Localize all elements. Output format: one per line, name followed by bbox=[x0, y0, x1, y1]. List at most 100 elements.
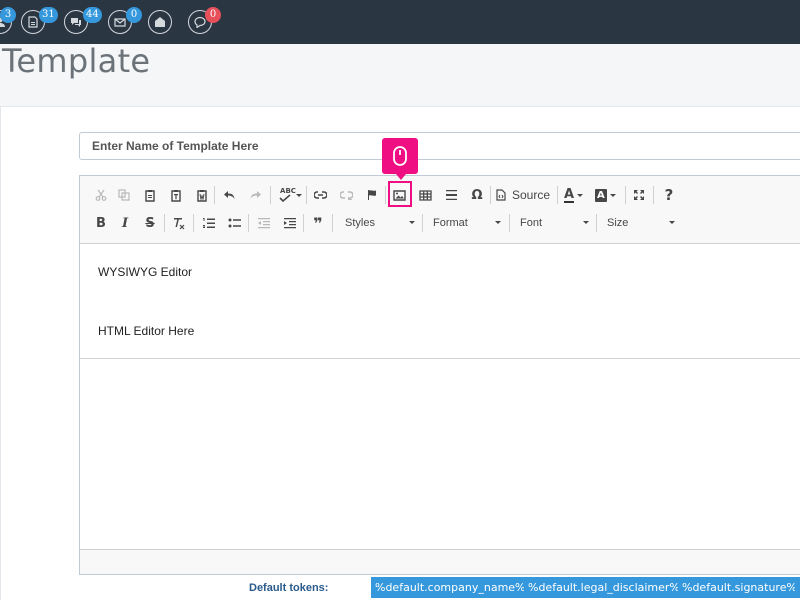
toolbar-separator bbox=[653, 186, 654, 204]
unlink-button[interactable] bbox=[337, 184, 355, 206]
token-button[interactable] bbox=[795, 577, 800, 598]
bold-button[interactable]: B bbox=[92, 212, 110, 234]
redo-button[interactable] bbox=[246, 184, 264, 206]
font-dropdown[interactable]: Font bbox=[520, 212, 589, 234]
toolbar-separator bbox=[509, 214, 510, 232]
template-name-input[interactable] bbox=[79, 132, 800, 160]
help-button[interactable]: ? bbox=[660, 184, 678, 206]
chevron-down-icon bbox=[583, 221, 589, 224]
strikethrough-button[interactable]: S bbox=[141, 212, 159, 234]
chevron-down-icon bbox=[609, 193, 616, 197]
styles-label: Styles bbox=[345, 217, 375, 229]
scissors-icon bbox=[95, 189, 107, 201]
paste-button[interactable] bbox=[141, 184, 159, 206]
bulleted-list-button[interactable] bbox=[225, 212, 243, 234]
format-dropdown[interactable]: Format bbox=[433, 212, 501, 234]
editor-toolbar: ABC Ω Source A A ? B I S ❞ Styles Format… bbox=[80, 176, 800, 244]
copy-icon bbox=[118, 189, 130, 201]
source-button[interactable]: Source bbox=[496, 184, 552, 206]
token-button[interactable]: %default.signature% bbox=[678, 577, 800, 598]
toolbar-separator bbox=[490, 186, 491, 204]
chevron-down-icon bbox=[409, 221, 415, 224]
content-line: HTML Editor Here bbox=[98, 324, 195, 338]
content-line: WYSIWYG Editor bbox=[98, 265, 193, 279]
open-envelope-icon[interactable] bbox=[148, 10, 172, 34]
redo-icon bbox=[250, 191, 261, 199]
remove-format-button[interactable] bbox=[170, 212, 188, 234]
numbered-list-icon bbox=[202, 218, 215, 228]
quote-label: ❞ bbox=[313, 213, 323, 233]
copy-button[interactable] bbox=[115, 184, 133, 206]
checkmark-icon bbox=[279, 194, 291, 202]
clipboard-icon bbox=[145, 189, 155, 202]
click-indicator bbox=[382, 138, 418, 180]
toolbar-separator bbox=[557, 186, 558, 204]
page-title: Template bbox=[2, 42, 151, 80]
chevron-down-icon bbox=[669, 221, 675, 224]
toolbar-separator bbox=[303, 214, 304, 232]
source-icon bbox=[496, 189, 506, 201]
editor-status-bar bbox=[80, 549, 800, 574]
size-dropdown[interactable]: Size bbox=[607, 212, 675, 234]
toolbar-separator bbox=[214, 186, 215, 204]
table-icon bbox=[418, 189, 432, 201]
toolbar-separator bbox=[270, 186, 271, 204]
numbered-list-button[interactable] bbox=[199, 212, 217, 234]
bg-color-label: A bbox=[595, 188, 607, 202]
text-color-label: A bbox=[564, 186, 575, 203]
toolbar-separator bbox=[422, 214, 423, 232]
paste-word-icon bbox=[197, 189, 207, 202]
maximize-button[interactable] bbox=[630, 184, 648, 206]
spellcheck-button[interactable]: ABC bbox=[276, 184, 302, 206]
text-color-button[interactable]: A bbox=[564, 184, 588, 206]
toolbar-separator bbox=[306, 186, 307, 204]
bulleted-list-icon bbox=[228, 218, 241, 228]
format-label: Format bbox=[433, 217, 468, 229]
link-icon bbox=[313, 191, 327, 199]
toolbar-separator bbox=[596, 214, 597, 232]
styles-dropdown[interactable]: Styles bbox=[345, 212, 415, 234]
size-label: Size bbox=[607, 217, 629, 229]
italic-label: I bbox=[121, 215, 129, 231]
toolbar-separator bbox=[193, 214, 194, 232]
editor-content-area[interactable]: WYSIWYG Editor HTML Editor Here bbox=[80, 244, 800, 359]
horizontal-line-icon bbox=[445, 190, 457, 200]
mouse-icon bbox=[393, 146, 407, 166]
table-button[interactable] bbox=[416, 184, 434, 206]
maximize-icon bbox=[634, 190, 644, 200]
toolbar-separator bbox=[625, 186, 626, 204]
chevron-down-icon bbox=[577, 193, 584, 197]
paste-word-button[interactable] bbox=[193, 184, 211, 206]
wysiwyg-editor: ABC Ω Source A A ? B I S ❞ Styles Format… bbox=[79, 175, 800, 575]
outdent-button[interactable] bbox=[254, 212, 272, 234]
link-button[interactable] bbox=[311, 184, 329, 206]
token-button[interactable]: %default.company_name% bbox=[371, 577, 530, 598]
chat-count-badge: 44 bbox=[83, 7, 102, 23]
cut-button[interactable] bbox=[92, 184, 110, 206]
special-char-button[interactable]: Ω bbox=[468, 184, 486, 206]
token-button[interactable]: %default.legal_disclaimer% bbox=[524, 577, 684, 598]
paste-text-button[interactable] bbox=[167, 184, 185, 206]
divider bbox=[0, 107, 1, 600]
outdent-icon bbox=[257, 218, 270, 229]
bold-label: B bbox=[96, 215, 106, 231]
toolbar-separator bbox=[248, 214, 249, 232]
inbox-count-badge: 0 bbox=[126, 7, 142, 23]
chevron-down-icon bbox=[296, 194, 302, 197]
italic-button[interactable]: I bbox=[116, 212, 134, 234]
toolbar-separator bbox=[164, 214, 165, 232]
undo-icon bbox=[223, 191, 234, 199]
source-label: Source bbox=[512, 188, 551, 202]
clear-format-icon bbox=[174, 217, 185, 229]
indent-button[interactable] bbox=[280, 212, 298, 234]
unlink-icon bbox=[339, 191, 353, 200]
toolbar-separator bbox=[332, 214, 333, 232]
comment-count-badge: 0 bbox=[205, 7, 221, 23]
omega-label: Ω bbox=[471, 187, 483, 203]
background-color-button[interactable]: A bbox=[595, 184, 619, 206]
undo-button[interactable] bbox=[220, 184, 238, 206]
horizontal-line-button[interactable] bbox=[442, 184, 460, 206]
anchor-button[interactable] bbox=[363, 184, 381, 206]
flag-icon bbox=[368, 190, 376, 200]
blockquote-button[interactable]: ❞ bbox=[309, 212, 327, 234]
